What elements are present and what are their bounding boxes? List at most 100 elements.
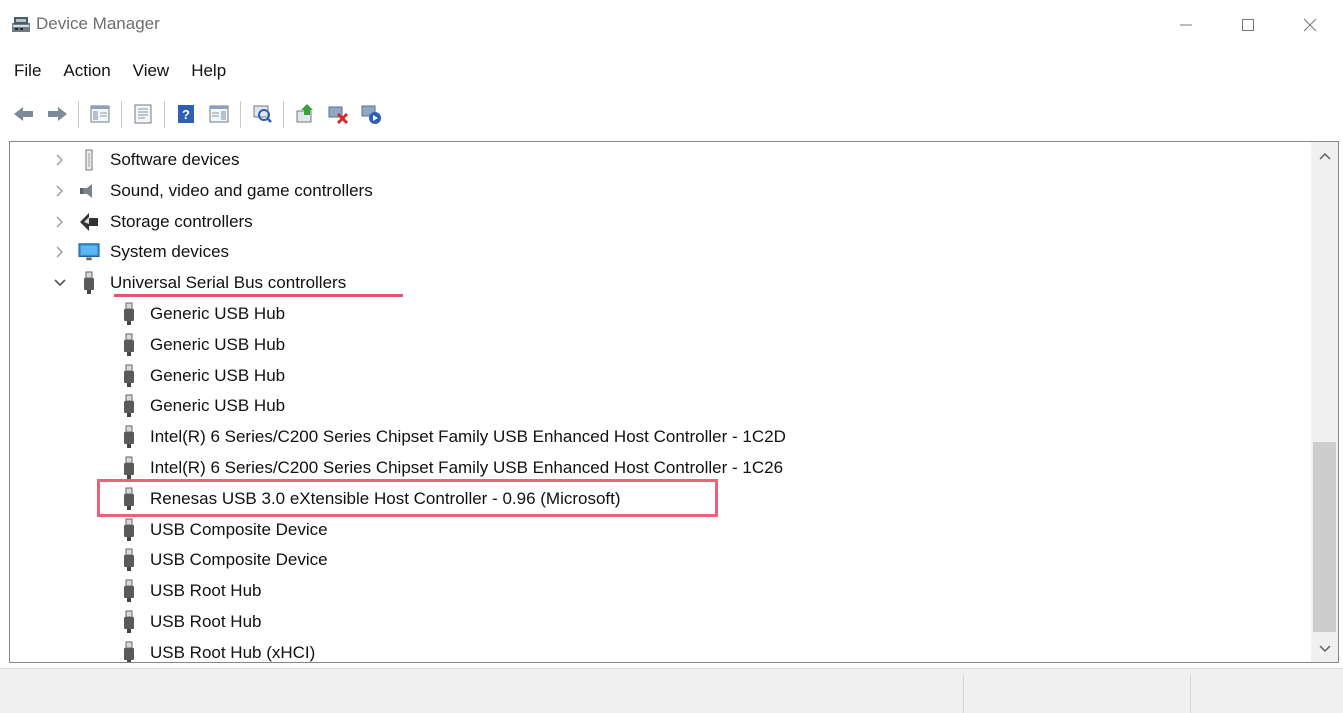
- tree-category[interactable]: System devices: [50, 237, 229, 267]
- uninstall-device-button[interactable]: [324, 101, 351, 128]
- storage-controller-icon: [78, 211, 100, 233]
- show-action-pane-button[interactable]: [205, 101, 232, 128]
- forward-arrow-icon: [47, 107, 67, 121]
- software-devices-icon: [78, 149, 100, 171]
- chevron-right-icon[interactable]: [50, 154, 70, 166]
- menu-help[interactable]: Help: [189, 57, 236, 85]
- back-arrow-icon: [13, 107, 33, 121]
- tree-item-label: USB Root Hub (xHCI): [150, 642, 316, 662]
- scan-hardware-changes-button[interactable]: [248, 101, 275, 128]
- tree-category[interactable]: Software devices: [50, 145, 239, 175]
- tree-item[interactable]: Intel(R) 6 Series/C200 Series Chipset Fa…: [118, 422, 786, 452]
- tree-item-label: Sound, video and game controllers: [110, 180, 373, 200]
- toolbar-separator: [283, 100, 284, 128]
- tree-item-label: Universal Serial Bus controllers: [110, 273, 347, 293]
- tree-item-label: Software devices: [110, 150, 240, 169]
- device-tree[interactable]: Software devices Sound, video and game co…: [9, 141, 1339, 663]
- tree-item-label: System devices: [110, 242, 230, 262]
- tree-item[interactable]: USB Composite Device: [118, 545, 328, 575]
- chevron-down-icon: [1318, 644, 1331, 652]
- uninstall-device-icon: [328, 106, 348, 125]
- annotation-underline: [114, 294, 403, 297]
- forward-button[interactable]: [43, 101, 70, 128]
- menu-file[interactable]: File: [12, 57, 51, 85]
- show-hide-console-tree-button[interactable]: [86, 101, 113, 128]
- show-action-pane-icon: [209, 105, 228, 123]
- tree-item-label: Generic USB Hub: [150, 304, 286, 323]
- usb-plug-icon: [118, 333, 140, 356]
- scroll-thumb[interactable]: [1313, 442, 1336, 632]
- usb-plug-icon: [118, 579, 140, 603]
- help-icon: ?: [177, 105, 194, 123]
- menu-bar: File Action View Help: [0, 54, 246, 88]
- menu-action[interactable]: Action: [61, 57, 120, 85]
- menu-view[interactable]: View: [131, 57, 180, 85]
- toolbar: ?: [10, 92, 390, 136]
- usb-plug-icon: [118, 364, 140, 387]
- toolbar-separator: [78, 100, 79, 128]
- properties-button[interactable]: [129, 101, 156, 128]
- maximize-icon: [1242, 19, 1254, 31]
- update-driver-icon: [296, 104, 313, 123]
- tree-item[interactable]: Generic USB Hub: [118, 330, 285, 360]
- enable-device-icon: [361, 105, 381, 124]
- maximize-button[interactable]: [1217, 0, 1279, 50]
- tree-item-label: USB Composite Device: [150, 519, 328, 539]
- usb-plug-icon: [118, 456, 140, 479]
- tree-item-label: USB Composite Device: [150, 550, 328, 570]
- device-manager-icon: [10, 13, 32, 35]
- scan-hardware-changes-icon: [253, 105, 272, 123]
- usb-plug-icon: [118, 518, 140, 541]
- tree-item-label: Generic USB Hub: [150, 334, 286, 354]
- minimize-button[interactable]: [1155, 0, 1217, 50]
- chevron-right-icon[interactable]: [50, 216, 70, 228]
- tree-item[interactable]: Generic USB Hub: [118, 391, 285, 421]
- status-bar-divider: [1190, 675, 1191, 713]
- annotation-highlight-box: [97, 479, 718, 517]
- usb-plug-icon: [118, 548, 140, 572]
- tree-item[interactable]: USB Root Hub: [118, 607, 262, 637]
- tree-item-label: USB Root Hub: [150, 612, 262, 631]
- close-button[interactable]: [1279, 0, 1341, 50]
- chevron-right-icon[interactable]: [50, 246, 70, 258]
- window-title: Device Manager: [36, 14, 160, 33]
- usb-plug-icon: [118, 641, 140, 662]
- status-bar: [0, 668, 1343, 713]
- properties-icon: [134, 104, 151, 124]
- show-hide-console-tree-icon: [90, 105, 109, 123]
- tree-item-label: Generic USB Hub: [150, 365, 286, 385]
- tree-item-label: Generic USB Hub: [150, 396, 286, 416]
- usb-plug-icon: [118, 302, 140, 325]
- usb-plug-icon: [118, 425, 140, 449]
- monitor-icon: [78, 241, 100, 263]
- toolbar-separator: [164, 100, 165, 128]
- vertical-scrollbar[interactable]: [1311, 142, 1338, 662]
- update-driver-button[interactable]: [291, 101, 318, 128]
- tree-item[interactable]: Generic USB Hub: [118, 361, 285, 391]
- scroll-up-button[interactable]: [1311, 142, 1338, 169]
- tree-item-label: Storage controllers: [110, 211, 253, 231]
- tree-item-label: USB Root Hub: [150, 581, 262, 601]
- scroll-down-button[interactable]: [1311, 635, 1338, 662]
- title-bar: Device Manager: [0, 0, 1343, 50]
- tree-item[interactable]: Generic USB Hub: [118, 299, 285, 329]
- back-button[interactable]: [10, 101, 37, 128]
- tree-item[interactable]: USB Composite Device: [118, 515, 328, 545]
- help-button[interactable]: ?: [172, 101, 199, 128]
- tree-item-label: Intel(R) 6 Series/C200 Series Chipset Fa…: [150, 427, 786, 447]
- tree-category[interactable]: Storage controllers: [50, 207, 253, 237]
- tree-item[interactable]: USB Root Hub: [118, 576, 262, 606]
- chevron-right-icon[interactable]: [50, 185, 70, 197]
- chevron-down-icon[interactable]: [50, 279, 70, 287]
- tree-item-label: Intel(R) 6 Series/C200 Series Chipset Fa…: [150, 458, 784, 477]
- usb-plug-icon: [118, 610, 140, 633]
- usb-plug-icon: [118, 394, 140, 418]
- chevron-up-icon: [1318, 152, 1331, 160]
- status-bar-divider: [963, 675, 964, 713]
- svg-text:?: ?: [182, 107, 190, 122]
- tree-category[interactable]: Sound, video and game controllers: [50, 176, 373, 206]
- close-icon: [1303, 18, 1317, 32]
- usb-plug-icon: [78, 271, 100, 295]
- enable-device-button[interactable]: [357, 101, 384, 128]
- tree-item[interactable]: USB Root Hub (xHCI): [118, 638, 316, 662]
